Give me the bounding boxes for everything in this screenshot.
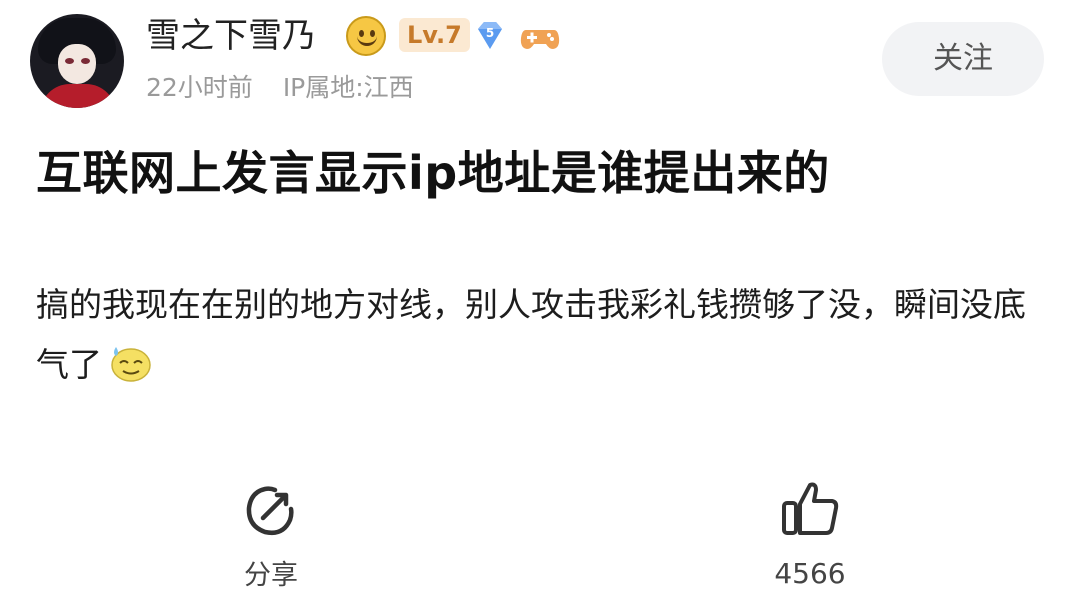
post-body-text: 搞的我现在在别的地方对线，别人攻击我彩礼钱攒够了没，瞬间没底气了	[36, 285, 1026, 384]
vip-level: 5	[486, 26, 494, 40]
user-avatar[interactable]	[30, 14, 124, 108]
username[interactable]: 雪之下雪乃	[146, 14, 316, 58]
share-button[interactable]: 分享	[240, 556, 302, 596]
post-body: 搞的我现在在别的地方对线，别人攻击我彩礼钱攒够了没，瞬间没底气了	[36, 275, 1036, 395]
post-time: 22小时前	[146, 73, 253, 102]
sweat-smile-icon	[111, 346, 151, 382]
post-detail: 雪之下雪乃 Lv.7 5 22小时前 IP属地:江西 关注 互联网上发言显示ip…	[0, 0, 1080, 599]
post-title: 互联网上发言显示ip地址是谁提出来的	[36, 146, 830, 200]
smile-icon	[346, 16, 386, 56]
follow-button[interactable]: 关注	[882, 22, 1044, 96]
thumbs-up-icon[interactable]	[779, 477, 841, 539]
diamond-icon: 5	[478, 22, 502, 49]
ip-location: IP属地:江西	[282, 73, 414, 102]
level-badge: Lv.7	[399, 18, 470, 52]
gamepad-icon	[520, 30, 560, 49]
like-count[interactable]: 4566	[760, 554, 860, 594]
post-meta: 22小时前 IP属地:江西	[146, 70, 414, 106]
share-icon[interactable]	[241, 482, 299, 540]
